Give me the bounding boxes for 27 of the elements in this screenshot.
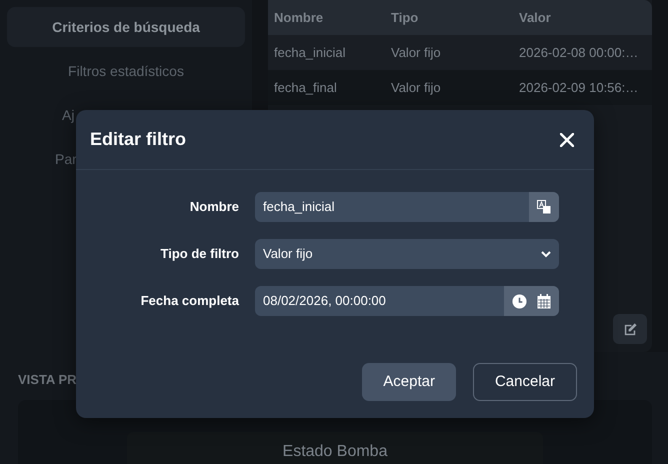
table-cell-text: 2026-02-08 00:00:… (519, 44, 640, 62)
column-header: Valor (519, 8, 552, 27)
table-cell-text: Valor fijo (391, 78, 442, 97)
table-cell-text: fecha_final (273, 78, 338, 97)
calendar-icon[interactable] (537, 294, 551, 308)
edit-button[interactable] (613, 314, 647, 344)
field-label: Tipo de filtro (160, 245, 240, 264)
edit-icon (622, 322, 638, 336)
field-label: Fecha completa (140, 292, 240, 310)
clock-icon[interactable] (512, 294, 527, 308)
date-input[interactable]: 08/02/2026, 00:00:00 (255, 286, 504, 316)
translate-icon[interactable] (537, 200, 551, 214)
section-heading: VISTA PR (18, 371, 77, 389)
table-cell-text: Valor fijo (391, 44, 442, 62)
table-cell-text: 2026-02-09 10:56:… (519, 78, 640, 97)
close-icon (560, 132, 574, 146)
date-field[interactable]: 08/02/2026, 00:00:00 (255, 286, 559, 316)
column-header: Nombre (273, 8, 324, 27)
caret-icon (541, 250, 551, 258)
column-header: Tipo (391, 8, 420, 27)
accept-button[interactable]: Aceptar (362, 363, 456, 401)
sidebar-item[interactable]: Criterios de búsqueda (7, 7, 245, 47)
modal-title: Editar filtro (90, 128, 186, 151)
card-title: Estado Bomba (282, 442, 388, 462)
field-label: Nombre (188, 198, 240, 216)
cancel-button[interactable]: Cancelar (472, 363, 577, 401)
table-cell-text: fecha_inicial (273, 44, 347, 62)
